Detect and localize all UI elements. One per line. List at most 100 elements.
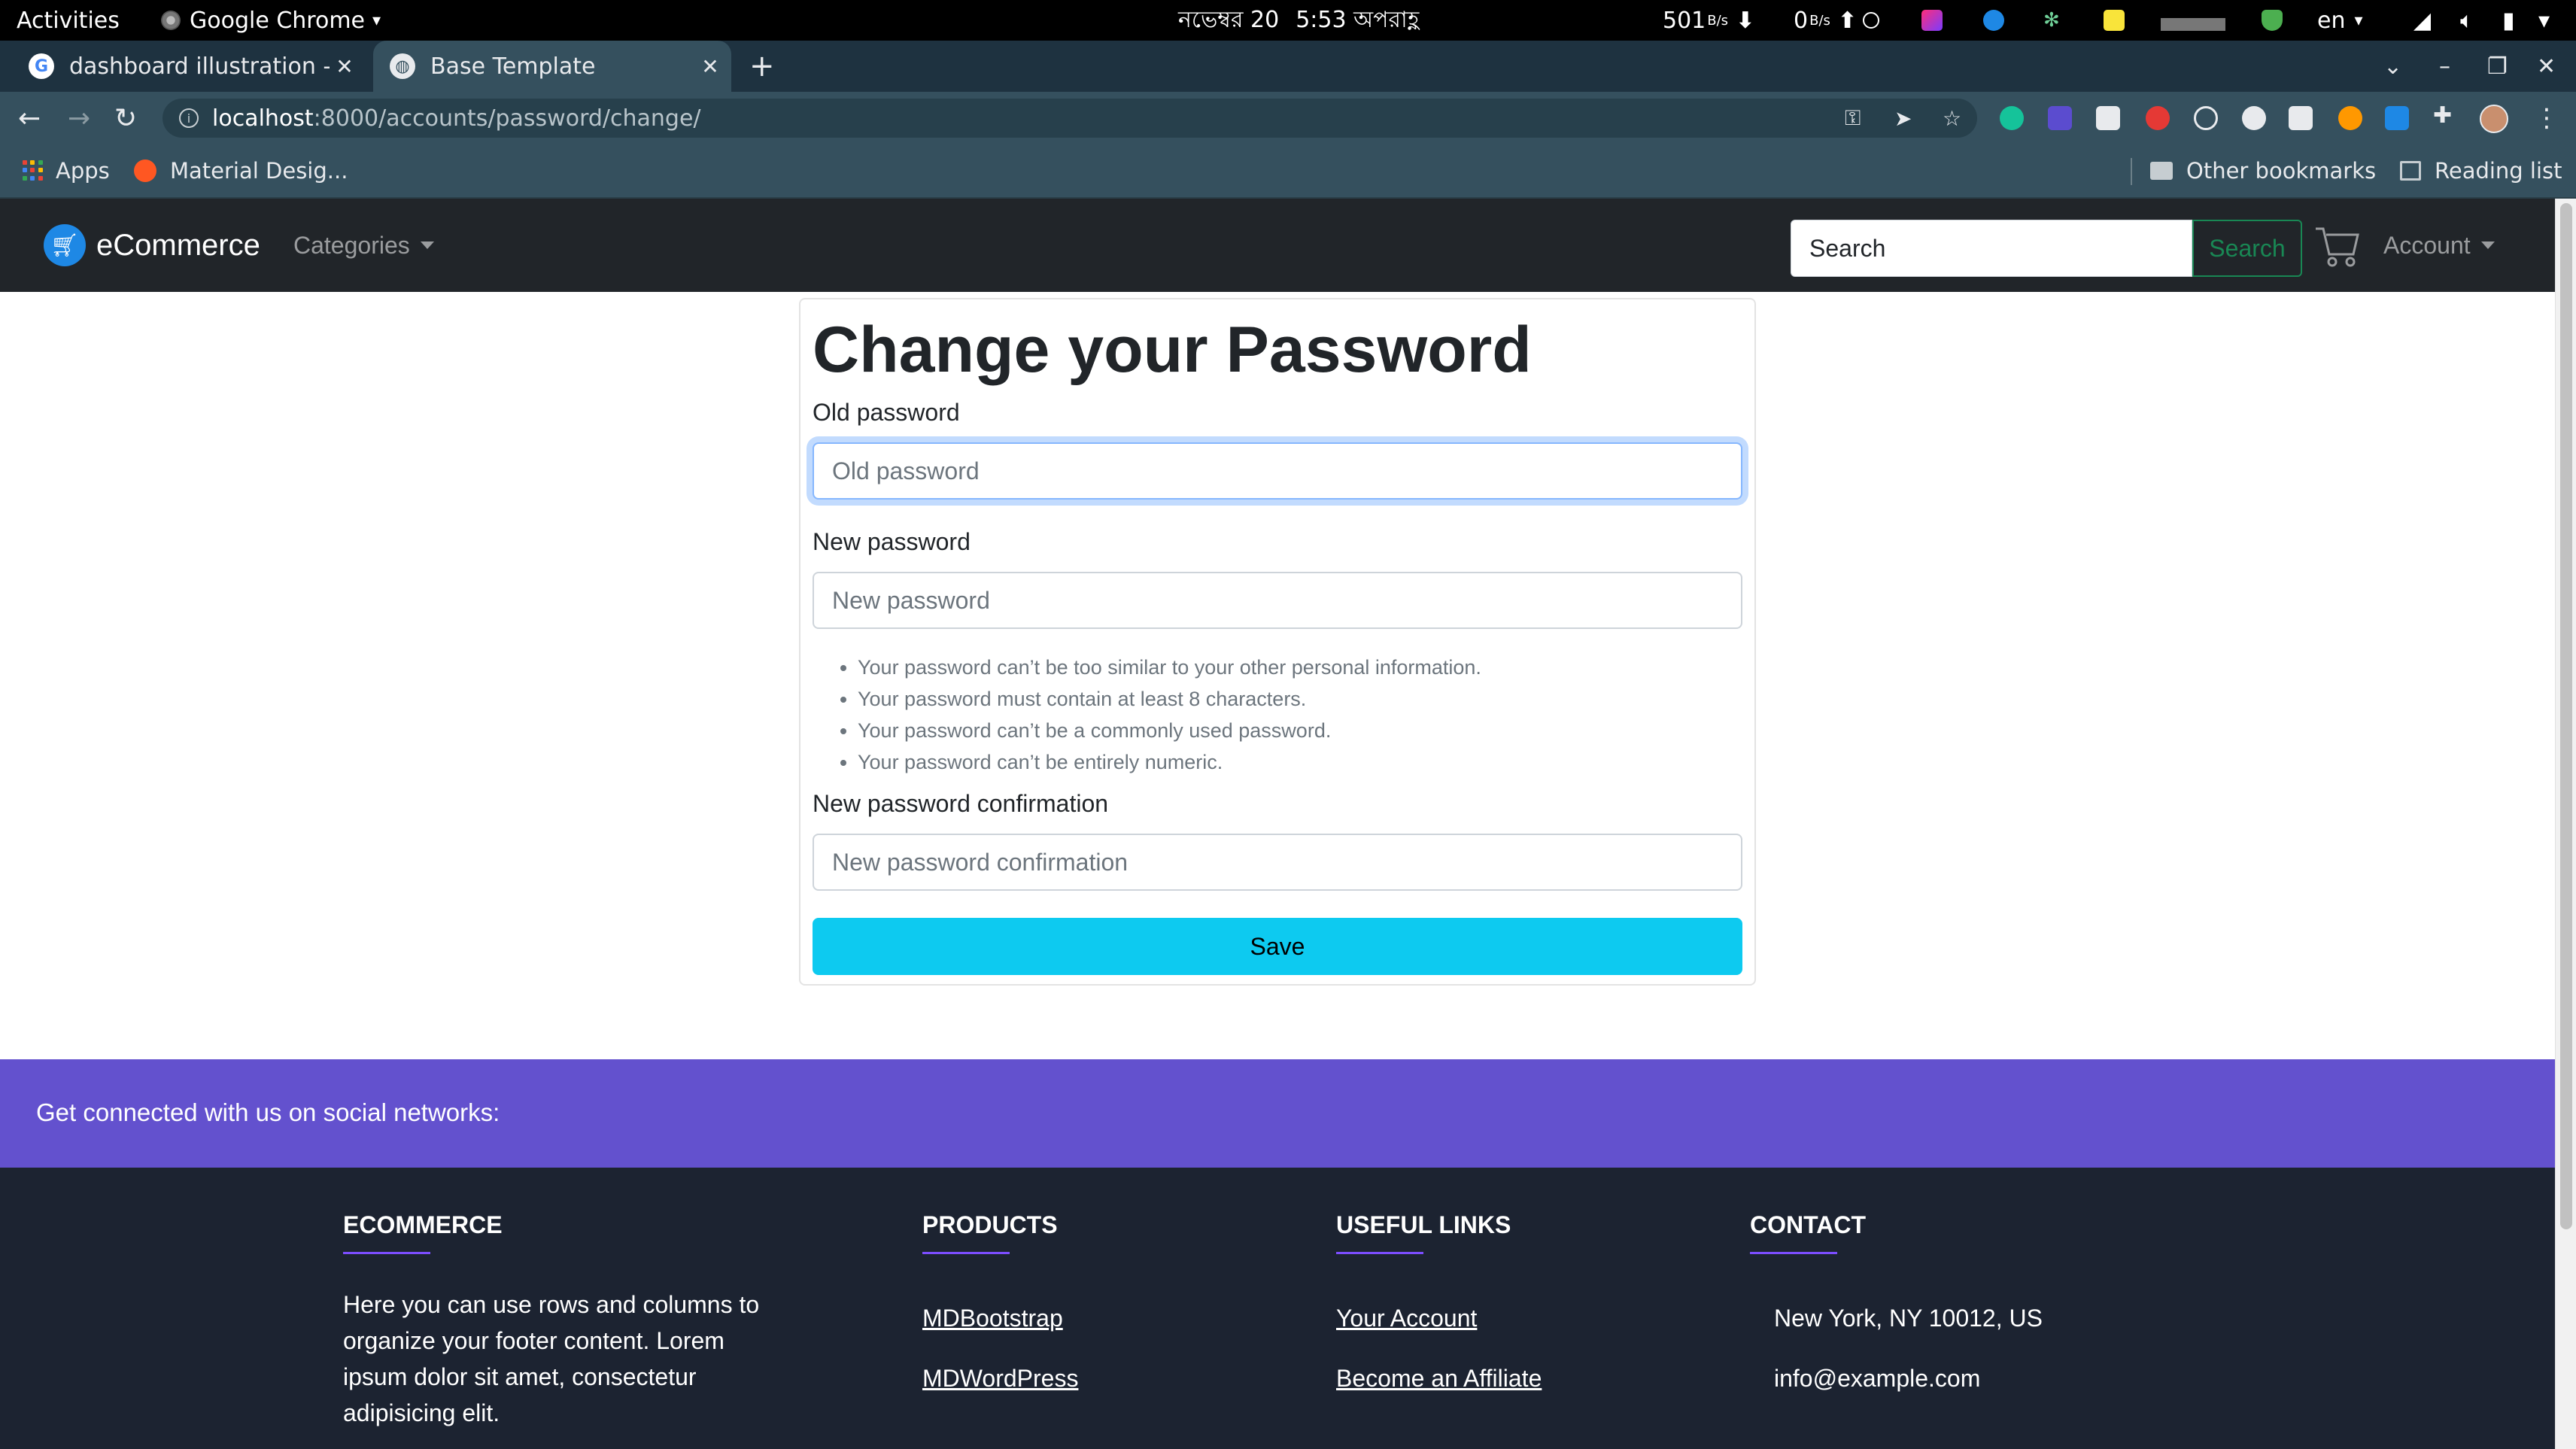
clock[interactable]: নভেম্বর 20 5:53 অপরাহ্ণ xyxy=(1178,0,1419,41)
reload-icon[interactable]: ↻ xyxy=(114,92,137,144)
caret-down-icon xyxy=(420,242,434,249)
forward-arrow-icon[interactable]: → xyxy=(68,92,90,144)
brand-link[interactable]: 🛒︎ eCommerce xyxy=(44,223,260,268)
activities-button[interactable]: Activities xyxy=(17,0,120,41)
key-icon[interactable]: ⚿ xyxy=(1845,99,1861,138)
arrow-up-icon: ⬆ xyxy=(1837,7,1858,34)
net-download-indicator: 501 B/s ⬇ xyxy=(1663,0,1754,41)
globe-icon: ◍ xyxy=(390,53,415,79)
address-bar[interactable]: i localhost:8000/accounts/password/chang… xyxy=(163,99,1977,138)
power-menu-icon[interactable]: ▾ xyxy=(2538,0,2550,41)
footer-link[interactable]: MDBootstrap xyxy=(922,1305,1063,1332)
menu-dots-icon[interactable]: ⋮ xyxy=(2534,92,2559,144)
shield-icon[interactable] xyxy=(2262,10,2283,31)
tab-title: Base Template xyxy=(430,53,596,80)
material-design-icon xyxy=(134,159,156,182)
footer-heading: PRODUCTS xyxy=(922,1211,1058,1238)
search-input[interactable] xyxy=(1791,220,2192,277)
grammarly-icon[interactable] xyxy=(2000,106,2024,130)
scrollbar-thumb[interactable] xyxy=(2560,203,2572,1229)
contact-address: New York, NY 10012, US xyxy=(1774,1305,2043,1332)
net-upload-value: 0 xyxy=(1794,7,1809,34)
categories-dropdown[interactable]: Categories xyxy=(293,223,434,268)
back-arrow-icon[interactable]: ← xyxy=(18,92,41,144)
extension-icon[interactable] xyxy=(2338,106,2362,130)
bookmark-other[interactable]: Other bookmarks xyxy=(2150,144,2376,197)
extension-icon[interactable] xyxy=(2096,106,2120,130)
confirm-password-input[interactable] xyxy=(813,834,1742,891)
extension-icon[interactable] xyxy=(2242,106,2266,130)
bookmark-apps[interactable]: Apps xyxy=(23,144,110,197)
help-item: Your password can’t be a commonly used p… xyxy=(858,715,1481,746)
profile-avatar[interactable] xyxy=(2480,105,2508,133)
chrome-icon xyxy=(161,11,181,30)
close-icon[interactable]: ✕ xyxy=(330,54,360,79)
new-password-input[interactable] xyxy=(813,572,1742,629)
translate-icon[interactable] xyxy=(2385,106,2409,130)
language-label: en xyxy=(2317,7,2346,34)
old-password-label: Old password xyxy=(813,399,960,426)
page-viewport: 🛒︎ eCommerce Categories Search Account C… xyxy=(0,199,2555,1449)
footer-heading: CONTACT xyxy=(1750,1211,1867,1238)
net-download-value: 501 xyxy=(1663,7,1706,34)
new-password-label: New password xyxy=(813,528,971,555)
tab-title: dashboard illustration - Go xyxy=(69,53,330,80)
footer-heading: ECOMMERCE xyxy=(343,1211,503,1238)
footer-heading-rule xyxy=(343,1252,430,1254)
extension-icon[interactable] xyxy=(2048,106,2072,130)
volume-icon[interactable]: 🔈︎ xyxy=(2460,0,2474,41)
footer-heading: USEFUL LINKS xyxy=(1336,1211,1511,1238)
net-upload-indicator: 0 B/s ⬆ xyxy=(1794,0,1857,41)
react-devtools-icon[interactable] xyxy=(2194,106,2218,130)
window-close-icon[interactable]: ✕ xyxy=(2537,41,2556,92)
reading-list[interactable]: Reading list xyxy=(2400,144,2562,197)
reading-list-icon xyxy=(2400,161,2421,181)
battery-icon[interactable]: ▮ xyxy=(2502,0,2515,41)
bookmark-material-design[interactable]: Material Desig... xyxy=(134,144,348,197)
app-menu[interactable]: Google Chrome ▾ xyxy=(161,0,381,41)
wifi-icon[interactable]: ◢ xyxy=(2413,0,2431,41)
url-path: :8000/accounts/password/change/ xyxy=(313,105,701,132)
new-tab-plus-icon[interactable]: + xyxy=(749,41,775,92)
footer-link[interactable]: Your Account xyxy=(1336,1305,1477,1332)
minimize-icon[interactable]: – xyxy=(2439,41,2450,92)
footer-link[interactable]: Become an Affiliate xyxy=(1336,1365,1542,1393)
clock-time: 5:53 অপরাহ্ণ xyxy=(1296,6,1420,33)
language-indicator[interactable]: en ▾ xyxy=(2317,0,2363,41)
usb-icon[interactable] xyxy=(1863,12,1879,29)
footer-about-text: Here you can use rows and columns to org… xyxy=(343,1291,760,1426)
account-dropdown[interactable]: Account xyxy=(2383,223,2495,268)
send-tab-icon[interactable]: ➤ xyxy=(1894,99,1912,138)
confirm-password-label: New password confirmation xyxy=(813,790,1109,817)
tab-dashboard-illustration[interactable]: G dashboard illustration - Go ✕ xyxy=(12,41,366,92)
network-tray-icon[interactable]: ✻ xyxy=(2043,9,2064,32)
restore-icon[interactable]: ❐ xyxy=(2487,41,2508,92)
net-upload-unit: B/s xyxy=(1809,12,1830,29)
old-password-input[interactable] xyxy=(813,442,1742,500)
footer-link[interactable]: MDWordPress xyxy=(922,1365,1078,1393)
tab-search-chevron-icon[interactable]: ⌄ xyxy=(2383,41,2402,92)
system-monitor-graph[interactable] xyxy=(2161,10,2225,31)
page-scrollbar[interactable] xyxy=(2555,199,2576,1449)
categories-label: Categories xyxy=(293,231,410,259)
close-icon[interactable]: ✕ xyxy=(695,54,725,79)
browser-toolbar: ← → ↻ i localhost:8000/accounts/password… xyxy=(0,92,2576,144)
footer-heading-rule xyxy=(922,1252,1010,1254)
puzzle-icon[interactable]: ✚ xyxy=(2433,102,2457,129)
tray-app-icon[interactable] xyxy=(1921,10,1943,31)
chevron-down-icon: ▾ xyxy=(372,11,381,30)
site-info-icon[interactable]: i xyxy=(179,108,199,128)
bookmark-label: Reading list xyxy=(2435,158,2562,184)
adblock-icon[interactable] xyxy=(2146,106,2170,130)
tab-base-template[interactable]: ◍ Base Template ✕ xyxy=(373,41,731,92)
search-button[interactable]: Search xyxy=(2192,220,2302,277)
shopping-cart-icon[interactable] xyxy=(2314,224,2361,269)
teamviewer-icon[interactable] xyxy=(1983,10,2004,31)
notes-icon[interactable] xyxy=(2104,10,2125,31)
footer-heading-rule xyxy=(1336,1252,1423,1254)
bookmark-star-icon[interactable]: ☆ xyxy=(1943,99,1961,138)
contact-email: info@example.com xyxy=(1774,1365,1981,1392)
bookmark-label: Material Desig... xyxy=(170,158,348,184)
save-button[interactable]: Save xyxy=(813,918,1742,975)
extension-icon[interactable] xyxy=(2289,106,2313,130)
